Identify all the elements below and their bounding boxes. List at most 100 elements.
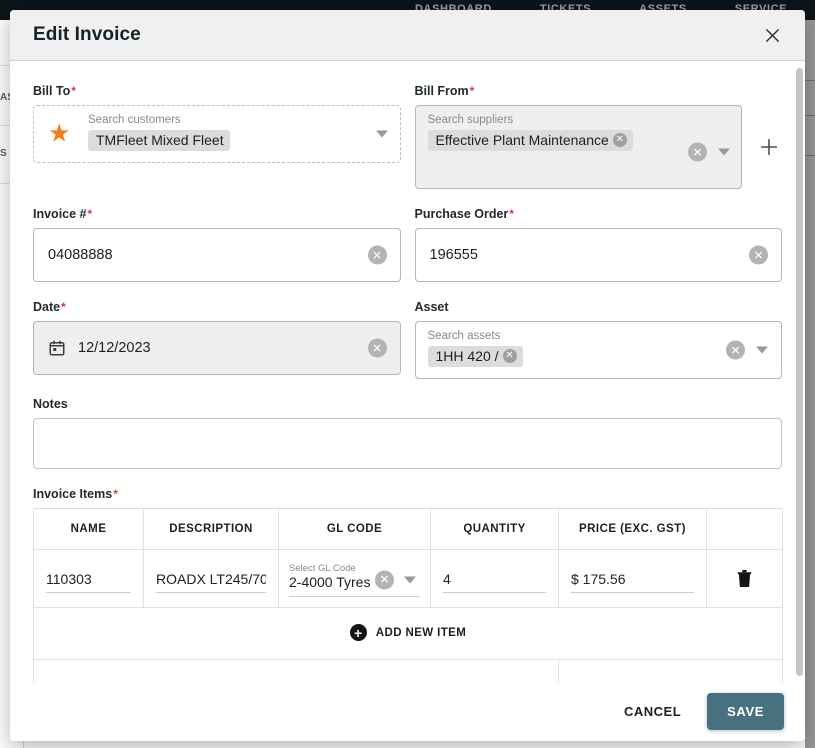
required-marker: * [71,84,76,98]
add-new-item-label: ADD NEW ITEM [375,626,467,639]
invoice-items-table: NAME DESCRIPTION GL CODE QUANTITY PRICE … [33,508,783,682]
dialog-scrollbar[interactable] [795,62,804,681]
invoice-number-group: Invoice #* 04088888 ✕ [33,207,401,282]
plus-circle-icon: + [349,624,367,641]
invoice-items-label: Invoice Items* [33,487,782,501]
date-input[interactable]: 12/12/2023 ✕ [33,321,401,375]
invoice-number-value: 04088888 [48,247,113,263]
notes-input[interactable] [33,418,782,469]
background-right-scrollbar[interactable] [805,20,815,748]
asset-placeholder: Search assets [427,330,501,342]
bg-divider [805,80,815,81]
purchase-order-input[interactable]: 196555 ✕ [414,228,782,282]
chevron-down-icon[interactable] [756,346,768,354]
cell-price: $ 175.56 [558,549,707,608]
bill-from-label: Bill From* [415,84,783,98]
cell-quantity: 4 [430,549,559,608]
invoice-items-label-text: Invoice Items [33,487,113,501]
chevron-down-icon[interactable] [375,130,388,138]
save-button[interactable]: SAVE [707,693,784,730]
cell-name: 110303 [33,549,144,608]
invoice-number-input[interactable]: 04088888 ✕ [33,228,401,282]
bill-to-label-text: Bill To [33,84,71,98]
item-gl-code-select[interactable]: Select GL Code 2-4000 Tyres ✕ [289,561,420,597]
item-gl-code-placeholder: Select GL Code [289,562,356,574]
asset-chip[interactable]: 1HH 420 / ✕ [427,346,523,367]
asset-chip-label: 1HH 420 / [435,348,499,364]
bill-to-autocomplete[interactable]: ★ Search customers TMFleet Mixed Fleet [33,105,401,163]
trash-icon[interactable] [707,569,782,588]
clear-icon[interactable]: ✕ [688,142,707,162]
asset-label: Asset [415,300,783,314]
bill-from-autocomplete[interactable]: Search suppliers Effective Plant Mainten… [414,105,742,189]
invoice-items-group: Invoice Items* NAME DESCRIPTION GL CODE … [33,487,783,682]
calendar-icon[interactable] [48,339,66,357]
chevron-down-icon[interactable] [718,148,730,156]
dialog-scrollbar-thumb[interactable] [795,68,803,676]
bill-from-group: Bill From* Search suppliers Effective Pl… [414,84,783,189]
cell-delete [706,549,783,608]
star-icon: ★ [48,119,71,148]
clear-icon[interactable]: ✕ [726,340,745,360]
item-description-input[interactable]: ROADX LT245/70r [156,565,266,593]
dialog-footer: CANCEL SAVE [10,682,805,741]
column-header-name: NAME [33,508,144,550]
row-date-asset: Date* 12/12/2023 ✕ Asset Search assets 1… [33,300,782,379]
column-header-quantity: QUANTITY [430,508,559,550]
cancel-button[interactable]: CANCEL [612,694,693,729]
bill-from-placeholder: Search suppliers [427,114,514,126]
bill-to-chip[interactable]: TMFleet Mixed Fleet [88,130,230,151]
purchase-order-label: Purchase Order* [415,207,783,221]
date-label-text: Date [33,300,61,314]
clear-icon[interactable]: ✕ [367,245,387,265]
required-marker: * [469,84,475,98]
invoice-number-label: Invoice #* [33,207,401,221]
required-marker: * [509,207,514,221]
bill-to-chip-label: TMFleet Mixed Fleet [96,132,224,148]
asset-label-text: Asset [414,300,449,314]
column-header-description: DESCRIPTION [143,508,279,550]
column-header-gl-code: GL CODE [278,508,431,550]
bill-from-chip[interactable]: Effective Plant Maintenance ✕ [427,130,633,151]
table-header-row: NAME DESCRIPTION GL CODE QUANTITY PRICE … [33,508,783,550]
clear-icon[interactable]: ✕ [375,570,394,590]
edit-invoice-dialog: Edit Invoice Bill To* ★ Search customers… [10,10,805,741]
add-supplier-button[interactable] [756,105,782,189]
chip-remove-icon[interactable]: ✕ [612,133,627,147]
close-icon[interactable] [759,22,785,48]
item-quantity-input[interactable]: 4 [443,565,546,593]
dialog-body: Bill To* ★ Search customers TMFleet Mixe… [10,61,805,682]
cell-add-new: + ADD NEW ITEM [33,607,783,660]
clear-icon[interactable]: ✕ [749,245,768,265]
bg-divider [805,155,815,156]
date-label: Date* [33,300,401,314]
asset-group: Asset Search assets 1HH 420 / ✕ ✕ [414,300,783,379]
column-header-actions [706,508,783,550]
bill-to-group: Bill To* ★ Search customers TMFleet Mixe… [33,84,401,189]
item-gl-code-value: 2-4000 Tyres [289,573,371,590]
column-header-price: PRICE (EXC. GST) [558,508,707,550]
required-marker: * [113,487,118,501]
notes-group: Notes [33,397,782,469]
purchase-order-label-text: Purchase Order [414,207,509,221]
item-name-input[interactable]: 110303 [46,565,131,593]
invoice-number-label-text: Invoice # [33,207,87,221]
purchase-order-value: 196555 [429,247,478,263]
total-label: Total (Exc. GST) [33,658,559,682]
item-price-input[interactable]: $ 175.56 [571,565,694,593]
chevron-down-icon[interactable] [404,576,416,584]
dialog-header: Edit Invoice [10,10,805,61]
plus-icon [760,138,778,156]
notes-label: Notes [33,397,68,411]
add-new-item-button[interactable]: + ADD NEW ITEM [349,624,467,641]
table-row-total: Total (Exc. GST) $175.56 [33,658,783,682]
bill-from-row: Search suppliers Effective Plant Mainten… [414,105,783,189]
bill-to-label: Bill To* [33,84,401,98]
chip-remove-icon[interactable]: ✕ [502,349,517,363]
asset-autocomplete[interactable]: Search assets 1HH 420 / ✕ ✕ [414,321,782,379]
clear-icon[interactable]: ✕ [367,338,387,358]
total-value: $175.56 [558,658,783,682]
cell-description: ROADX LT245/70r [143,549,279,608]
table-row-add: + ADD NEW ITEM [33,607,783,660]
row-bill: Bill To* ★ Search customers TMFleet Mixe… [33,84,782,189]
